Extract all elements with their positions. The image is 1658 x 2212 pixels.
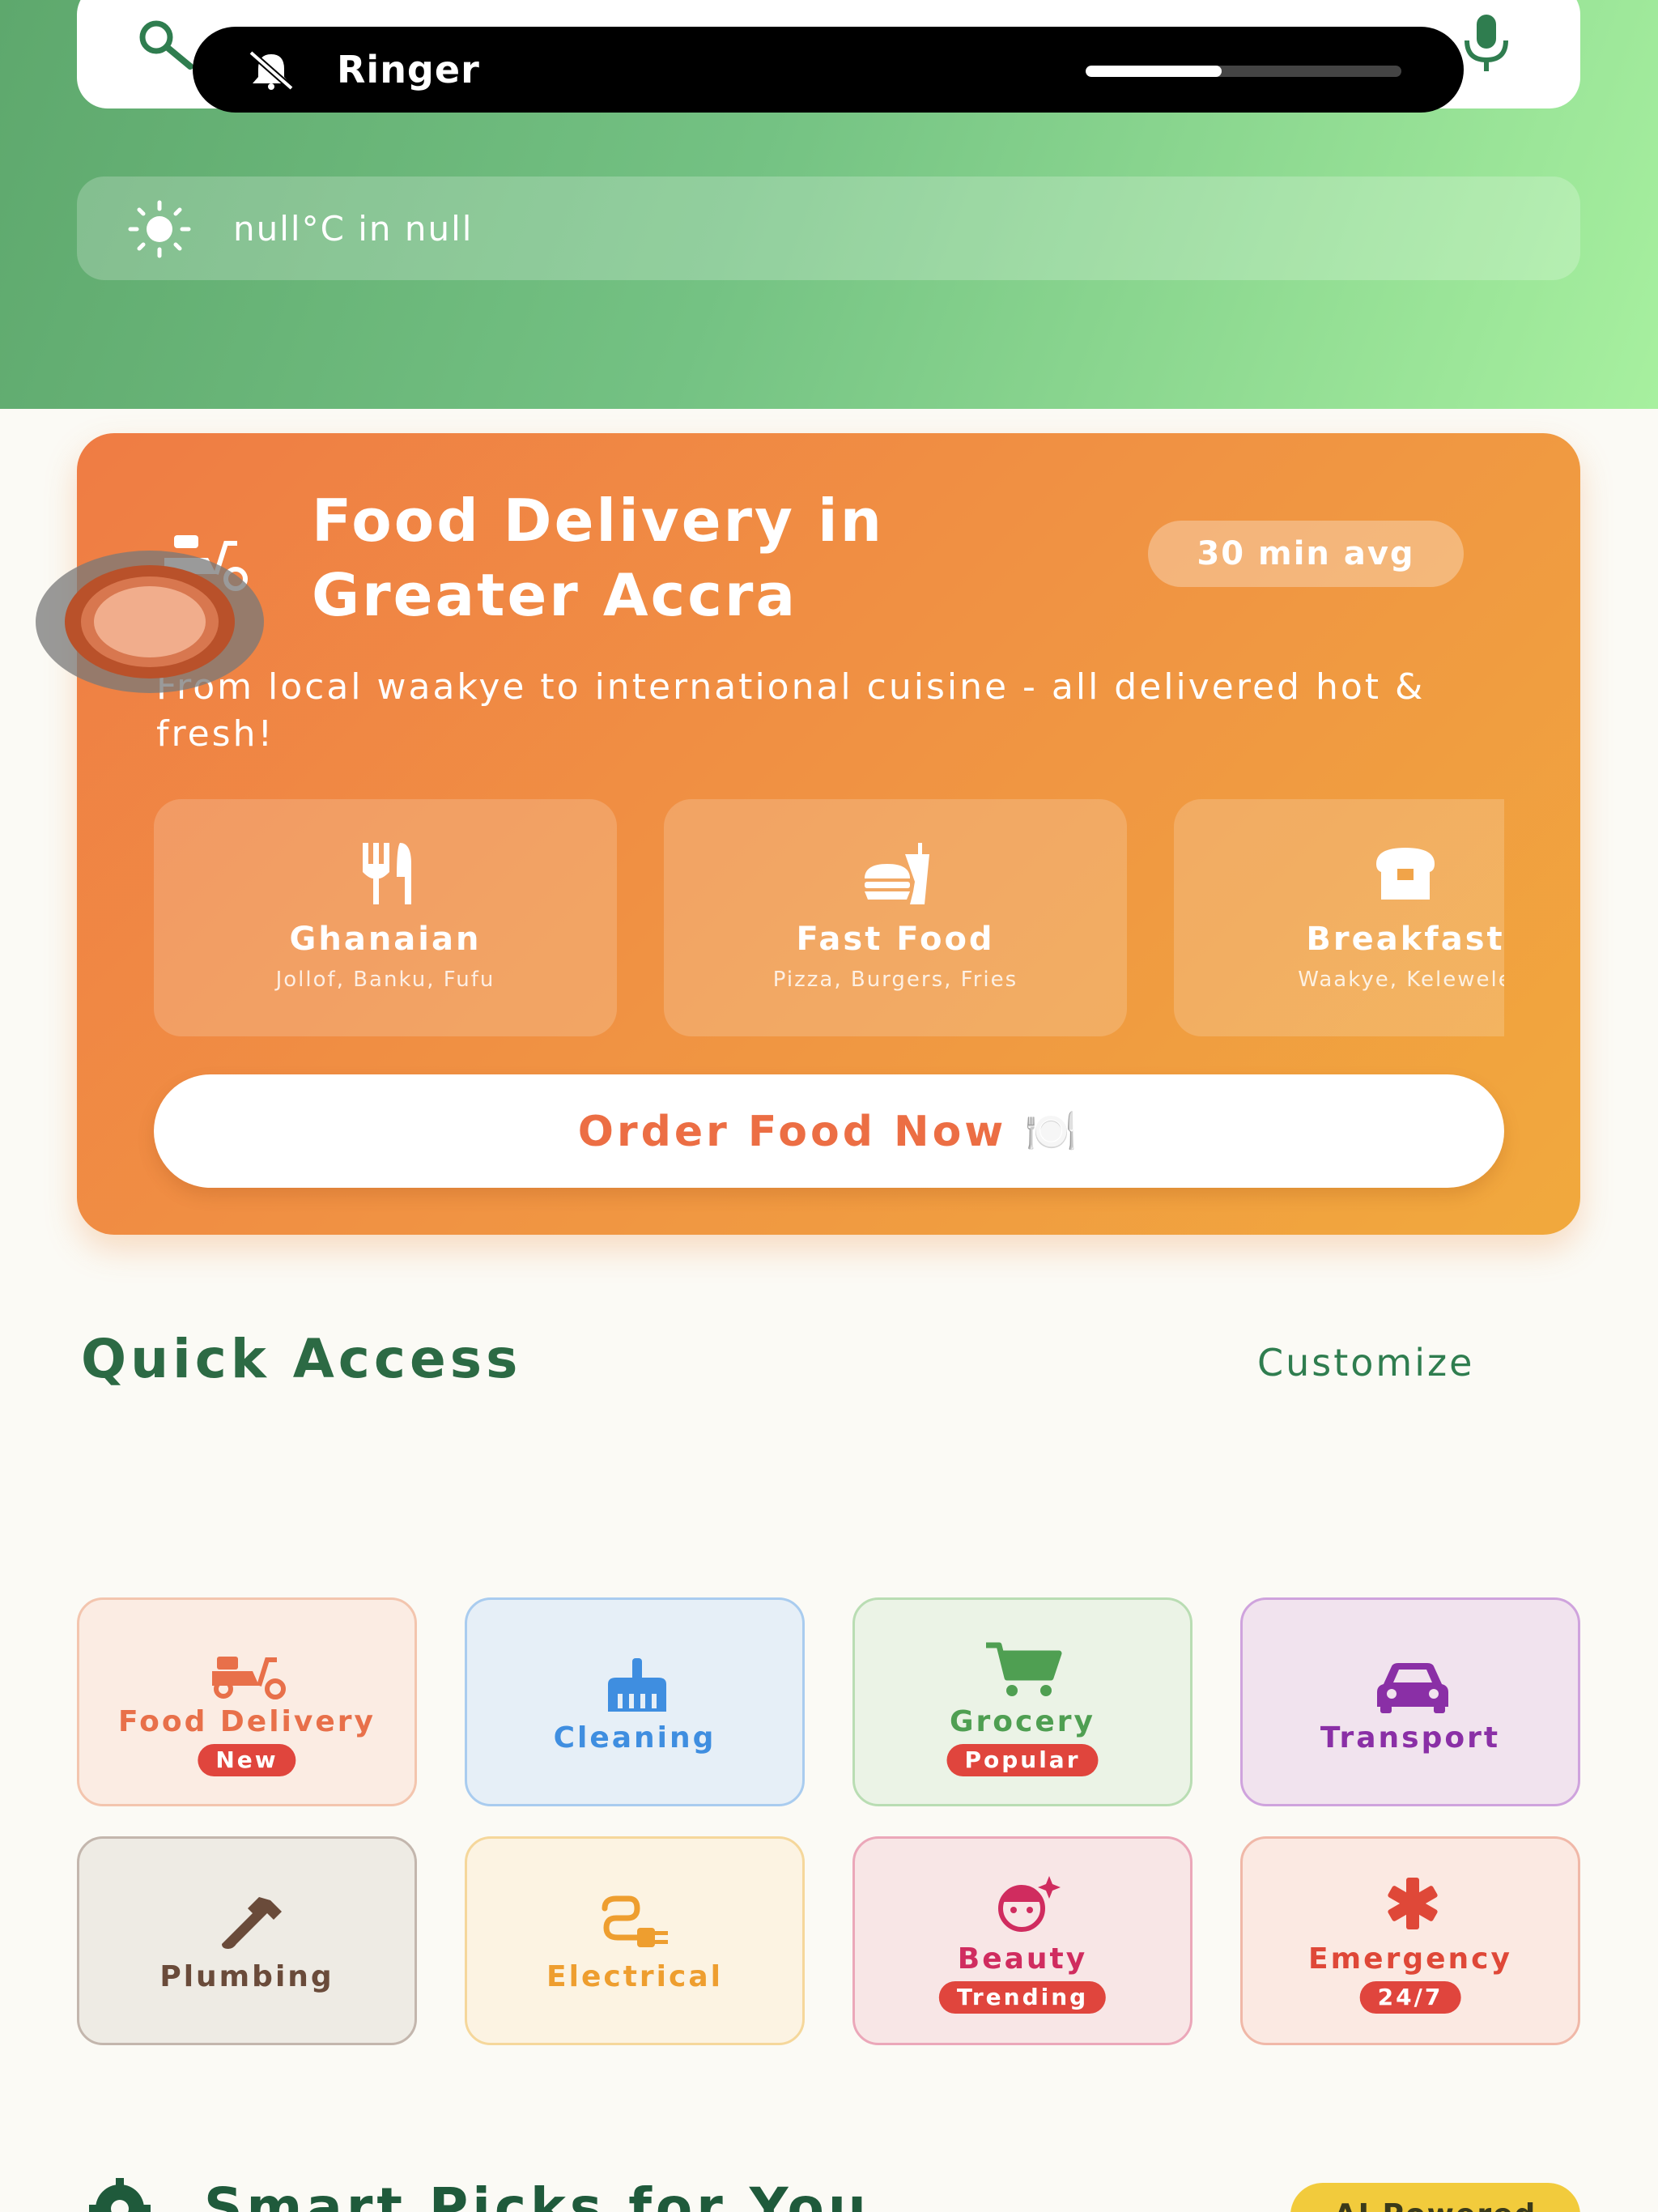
tile-badge: 24/7 <box>1359 1981 1461 2014</box>
cuisine-carousel[interactable]: Ghanaian Jollof, Banku, Fufu Fast Food P… <box>154 799 1504 1038</box>
food-delivery-banner[interactable]: Food Delivery in Greater Accra 30 min av… <box>77 433 1580 1235</box>
cuisine-name: Breakfast <box>1306 921 1504 958</box>
food-card-description: From local waakye to international cuisi… <box>156 666 1426 755</box>
plug-icon <box>602 1895 668 1947</box>
quick-access-title: Quick Access <box>81 1328 522 1390</box>
quick-tile-emergency[interactable]: Emergency 24/7 <box>1240 1836 1580 2045</box>
broom-icon <box>608 1658 666 1712</box>
tile-label: Emergency <box>1308 1942 1512 1976</box>
tile-badge: Popular <box>946 1744 1099 1776</box>
tile-badge: New <box>198 1744 296 1776</box>
utensils-icon <box>363 843 411 904</box>
quick-tile-electrical[interactable]: Electrical <box>465 1836 805 2045</box>
tile-label: Electrical <box>546 1960 723 1993</box>
ringer-volume-fill <box>1086 66 1222 77</box>
food-card-title: Food Delivery in Greater Accra <box>312 487 884 629</box>
ringer-label: Ringer <box>337 48 480 91</box>
asterisk-icon <box>1388 1878 1438 1929</box>
cuisine-card-ghanaian[interactable]: Ghanaian Jollof, Banku, Fufu <box>154 799 617 1036</box>
quick-tile-food-delivery[interactable]: Food Delivery New <box>77 1597 417 1806</box>
header: Ringer null°C in null <box>0 0 1658 409</box>
cuisine-examples: Waakye, Kelewele <box>1298 968 1504 992</box>
touch-ring-inner <box>94 586 206 657</box>
order-food-button[interactable]: Order Food Now 🍽️ <box>154 1074 1504 1188</box>
ai-powered-badge: AI Powered <box>1290 2183 1580 2212</box>
quick-tile-beauty[interactable]: Beauty Trending <box>852 1836 1192 2045</box>
scooter-icon <box>212 1657 286 1699</box>
car-icon <box>1377 1663 1448 1713</box>
quick-tile-grocery[interactable]: Grocery Popular <box>852 1597 1192 1806</box>
cuisine-name: Fast Food <box>796 921 995 958</box>
delivery-time-badge: 30 min avg <box>1148 521 1464 587</box>
wrench-icon <box>222 1897 282 1949</box>
burger-drink-icon <box>865 843 929 904</box>
tile-badge: Trending <box>938 1981 1107 2014</box>
sun-icon <box>128 200 191 258</box>
face-sparkle-icon <box>998 1876 1061 1932</box>
brain-gear-icon <box>89 2178 151 2212</box>
cuisine-card-breakfast[interactable]: Breakfast Waakye, Kelewele <box>1174 799 1504 1036</box>
weather-widget[interactable]: null°C in null <box>77 177 1580 280</box>
cart-icon <box>986 1642 1062 1696</box>
quick-tile-transport[interactable]: Transport <box>1240 1597 1580 1806</box>
customize-link[interactable]: Customize <box>1257 1341 1474 1385</box>
tile-label: Food Delivery <box>118 1705 376 1738</box>
quick-tile-cleaning[interactable]: Cleaning <box>465 1597 805 1806</box>
ringer-overlay: Ringer <box>193 27 1464 113</box>
bread-icon <box>1376 848 1435 900</box>
cuisine-name: Ghanaian <box>289 921 482 958</box>
touch-indicator <box>36 551 264 693</box>
cuisine-card-fast-food[interactable]: Fast Food Pizza, Burgers, Fries <box>664 799 1127 1036</box>
search-icon[interactable] <box>134 16 198 73</box>
cuisine-examples: Jollof, Banku, Fufu <box>275 968 495 992</box>
smart-picks-title: Smart Picks for You <box>204 2176 870 2212</box>
tile-label: Plumbing <box>159 1960 334 1993</box>
tile-label: Grocery <box>949 1705 1095 1738</box>
cuisine-examples: Pizza, Burgers, Fries <box>772 968 1018 992</box>
tile-label: Cleaning <box>553 1721 716 1755</box>
tile-label: Transport <box>1320 1721 1501 1755</box>
weather-text: null°C in null <box>233 209 474 249</box>
bell-slash-icon <box>249 51 294 90</box>
quick-tile-plumbing[interactable]: Plumbing <box>77 1836 417 2045</box>
microphone-icon[interactable] <box>1457 15 1516 73</box>
ringer-volume-bar <box>1086 66 1401 77</box>
tile-label: Beauty <box>957 1942 1088 1976</box>
